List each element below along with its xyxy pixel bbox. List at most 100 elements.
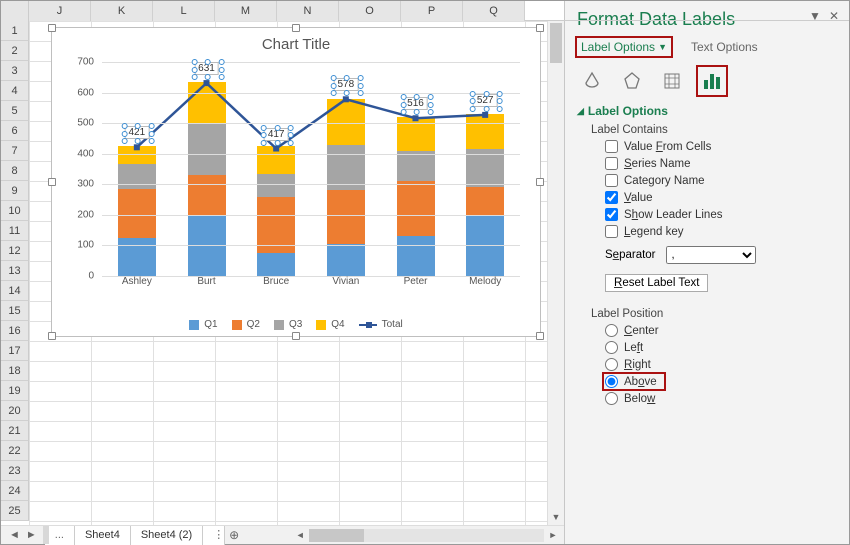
x-axis-label[interactable]: Vivian — [311, 276, 381, 292]
chart-legend[interactable]: Q1 Q2 Q3 Q4 Total — [52, 319, 540, 330]
nav-prev-icon[interactable]: ◄ — [7, 529, 22, 541]
chart-y-axis[interactable]: 0100200300400500600700 — [52, 62, 100, 276]
data-label[interactable]: 516 — [403, 97, 428, 110]
col-header[interactable]: N — [277, 1, 339, 21]
row-header[interactable]: 7 — [1, 141, 29, 161]
vertical-scrollbar[interactable]: ▼ — [547, 21, 564, 525]
row-header[interactable]: 25 — [1, 501, 29, 521]
new-sheet-button[interactable]: ⊕ — [225, 528, 243, 542]
position-left-radio[interactable]: Left — [605, 341, 839, 354]
row-header[interactable]: 18 — [1, 361, 29, 381]
resize-handle[interactable] — [536, 24, 544, 32]
row-header[interactable]: 5 — [1, 101, 29, 121]
row-header[interactable]: 17 — [1, 341, 29, 361]
x-axis-label[interactable]: Burt — [172, 276, 242, 292]
col-header[interactable]: J — [29, 1, 91, 21]
resize-handle[interactable] — [292, 332, 300, 340]
scroll-thumb[interactable] — [550, 23, 562, 63]
select-all-corner[interactable] — [1, 1, 29, 21]
resize-handle[interactable] — [536, 332, 544, 340]
row-header[interactable]: 12 — [1, 241, 29, 261]
data-label[interactable]: 417 — [264, 128, 289, 141]
row-header[interactable]: 23 — [1, 461, 29, 481]
sheet-tab-overflow[interactable]: ⋮ — [203, 526, 225, 545]
position-above-radio[interactable]: Above — [605, 375, 663, 388]
col-header[interactable]: O — [339, 1, 401, 21]
legend-item[interactable]: Q2 — [232, 319, 260, 330]
category-name-checkbox[interactable]: Category Name — [605, 174, 839, 187]
tab-scroll-splitter[interactable] — [43, 526, 49, 544]
position-below-radio[interactable]: Below — [605, 392, 839, 405]
scroll-thumb[interactable] — [309, 529, 364, 542]
horizontal-scrollbar[interactable]: ◄ ► — [243, 529, 564, 542]
reset-label-text-button[interactable]: Reset Label Text — [605, 274, 708, 292]
legend-item[interactable]: Total — [359, 319, 403, 330]
value-from-cells-checkbox[interactable]: Value From Cells — [605, 140, 839, 153]
fill-line-icon[interactable] — [581, 70, 603, 92]
show-leader-lines-checkbox[interactable]: Show Leader Lines — [605, 208, 839, 221]
col-header[interactable]: M — [215, 1, 277, 21]
resize-handle[interactable] — [536, 178, 544, 186]
label-options-section-header[interactable]: ◢ Label Options — [577, 104, 839, 118]
sheet-tab[interactable]: Sheet4 — [75, 526, 131, 545]
x-axis-label[interactable]: Peter — [381, 276, 451, 292]
chart-x-axis[interactable]: AshleyBurtBruceVivianPeterMelody — [102, 276, 520, 292]
col-header[interactable]: L — [153, 1, 215, 21]
label-options-icon[interactable] — [701, 70, 723, 92]
sheet-tab-more[interactable]: ... — [45, 526, 75, 545]
row-header[interactable]: 15 — [1, 301, 29, 321]
row-header[interactable]: 11 — [1, 221, 29, 241]
scroll-right-arrow[interactable]: ► — [546, 530, 560, 540]
size-properties-icon[interactable] — [661, 70, 683, 92]
row-header[interactable]: 19 — [1, 381, 29, 401]
row-header[interactable]: 22 — [1, 441, 29, 461]
chart-plot-area[interactable]: 421631417578516527 — [102, 62, 520, 276]
resize-handle[interactable] — [48, 332, 56, 340]
row-header[interactable]: 2 — [1, 41, 29, 61]
data-label[interactable]: 578 — [333, 78, 358, 91]
data-label[interactable]: 631 — [194, 62, 219, 75]
row-header[interactable]: 16 — [1, 321, 29, 341]
row-header[interactable]: 10 — [1, 201, 29, 221]
effects-icon[interactable] — [621, 70, 643, 92]
position-right-radio[interactable]: Right — [605, 358, 839, 371]
x-axis-label[interactable]: Bruce — [241, 276, 311, 292]
sheet-nav[interactable]: ◄ ► — [1, 529, 45, 541]
row-header[interactable]: 24 — [1, 481, 29, 501]
scroll-down-arrow[interactable]: ▼ — [548, 508, 564, 525]
chart-object[interactable]: Chart Title 0100200300400500600700 42163… — [51, 27, 541, 337]
row-header[interactable]: 14 — [1, 281, 29, 301]
text-options-tab[interactable]: Text Options — [687, 38, 762, 56]
resize-handle[interactable] — [48, 24, 56, 32]
x-axis-label[interactable]: Ashley — [102, 276, 172, 292]
row-header[interactable]: 1 — [1, 21, 29, 41]
row-header[interactable]: 9 — [1, 181, 29, 201]
value-checkbox[interactable]: Value — [605, 191, 839, 204]
col-header[interactable]: K — [91, 1, 153, 21]
row-header[interactable]: 4 — [1, 81, 29, 101]
row-header[interactable]: 3 — [1, 61, 29, 81]
resize-handle[interactable] — [292, 24, 300, 32]
sheet-tab[interactable]: Sheet4 (2) — [131, 526, 203, 545]
chart-line-series[interactable] — [102, 62, 520, 276]
legend-key-checkbox[interactable]: Legend key — [605, 225, 839, 238]
col-header[interactable]: P — [401, 1, 463, 21]
scroll-left-arrow[interactable]: ◄ — [293, 530, 307, 540]
label-options-tab[interactable]: Label Options ▼ — [577, 38, 671, 56]
data-label[interactable]: 527 — [473, 94, 498, 107]
row-header[interactable]: 20 — [1, 401, 29, 421]
nav-next-icon[interactable]: ► — [24, 529, 39, 541]
col-header[interactable]: Q — [463, 1, 525, 21]
row-header[interactable]: 6 — [1, 121, 29, 141]
separator-select[interactable]: , — [666, 246, 756, 264]
position-center-radio[interactable]: Center — [605, 324, 839, 337]
worksheet-grid[interactable]: Chart Title 0100200300400500600700 42163… — [29, 21, 559, 526]
legend-item[interactable]: Q4 — [316, 319, 344, 330]
x-axis-label[interactable]: Melody — [450, 276, 520, 292]
row-header[interactable]: 21 — [1, 421, 29, 441]
series-name-checkbox[interactable]: Series Name — [605, 157, 839, 170]
row-header[interactable]: 8 — [1, 161, 29, 181]
row-header[interactable]: 13 — [1, 261, 29, 281]
legend-item[interactable]: Q3 — [274, 319, 302, 330]
legend-item[interactable]: Q1 — [189, 319, 217, 330]
